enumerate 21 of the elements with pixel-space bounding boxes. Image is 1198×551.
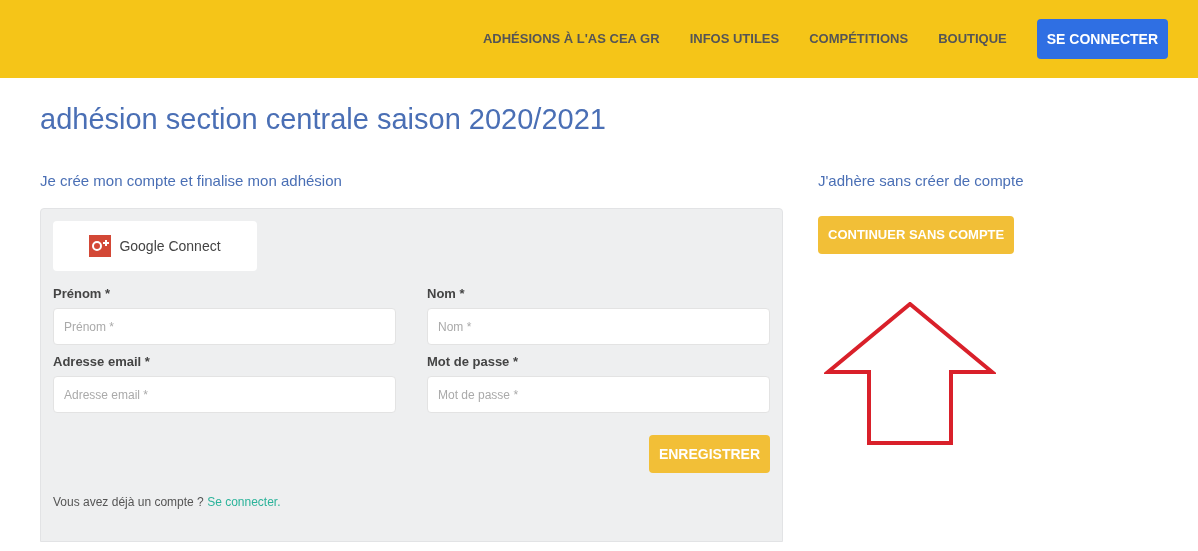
login-button[interactable]: SE CONNECTER <box>1036 19 1168 59</box>
google-plus-icon <box>89 235 112 257</box>
google-connect-button[interactable]: Google Connect <box>53 221 257 271</box>
nav-link[interactable]: ADHÉSIONS À L'AS CEA GR <box>482 29 660 49</box>
field-label: Mot de passe * <box>427 353 520 371</box>
nav-link[interactable]: BOUTIQUE <box>938 29 1007 49</box>
nav-link[interactable]: INFOS UTILES <box>689 29 780 49</box>
input-field[interactable]: Nom * <box>427 308 770 345</box>
input-field[interactable]: Adresse email * <box>53 376 396 413</box>
login-link[interactable]: Se connecter. <box>207 495 281 509</box>
field-label: Nom * <box>427 285 466 303</box>
section-heading: J'adhère sans créer de compte <box>818 171 1025 190</box>
nav-link[interactable]: COMPÉTITIONS <box>809 29 909 49</box>
input-field[interactable]: Prénom * <box>53 308 396 345</box>
section-heading: Je crée mon compte et finalise mon adhésion <box>40 171 343 190</box>
up-arrow-icon <box>824 302 996 446</box>
input-field[interactable]: Mot de passe * <box>427 376 770 413</box>
page-title: adhésion section centrale saison 2020/2021 <box>40 102 607 137</box>
field-label: Adresse email * <box>53 353 151 371</box>
login-prompt: Vous avez déjà un compte ? Se connecter. <box>53 494 282 511</box>
field-label: Prénom * <box>53 285 112 303</box>
